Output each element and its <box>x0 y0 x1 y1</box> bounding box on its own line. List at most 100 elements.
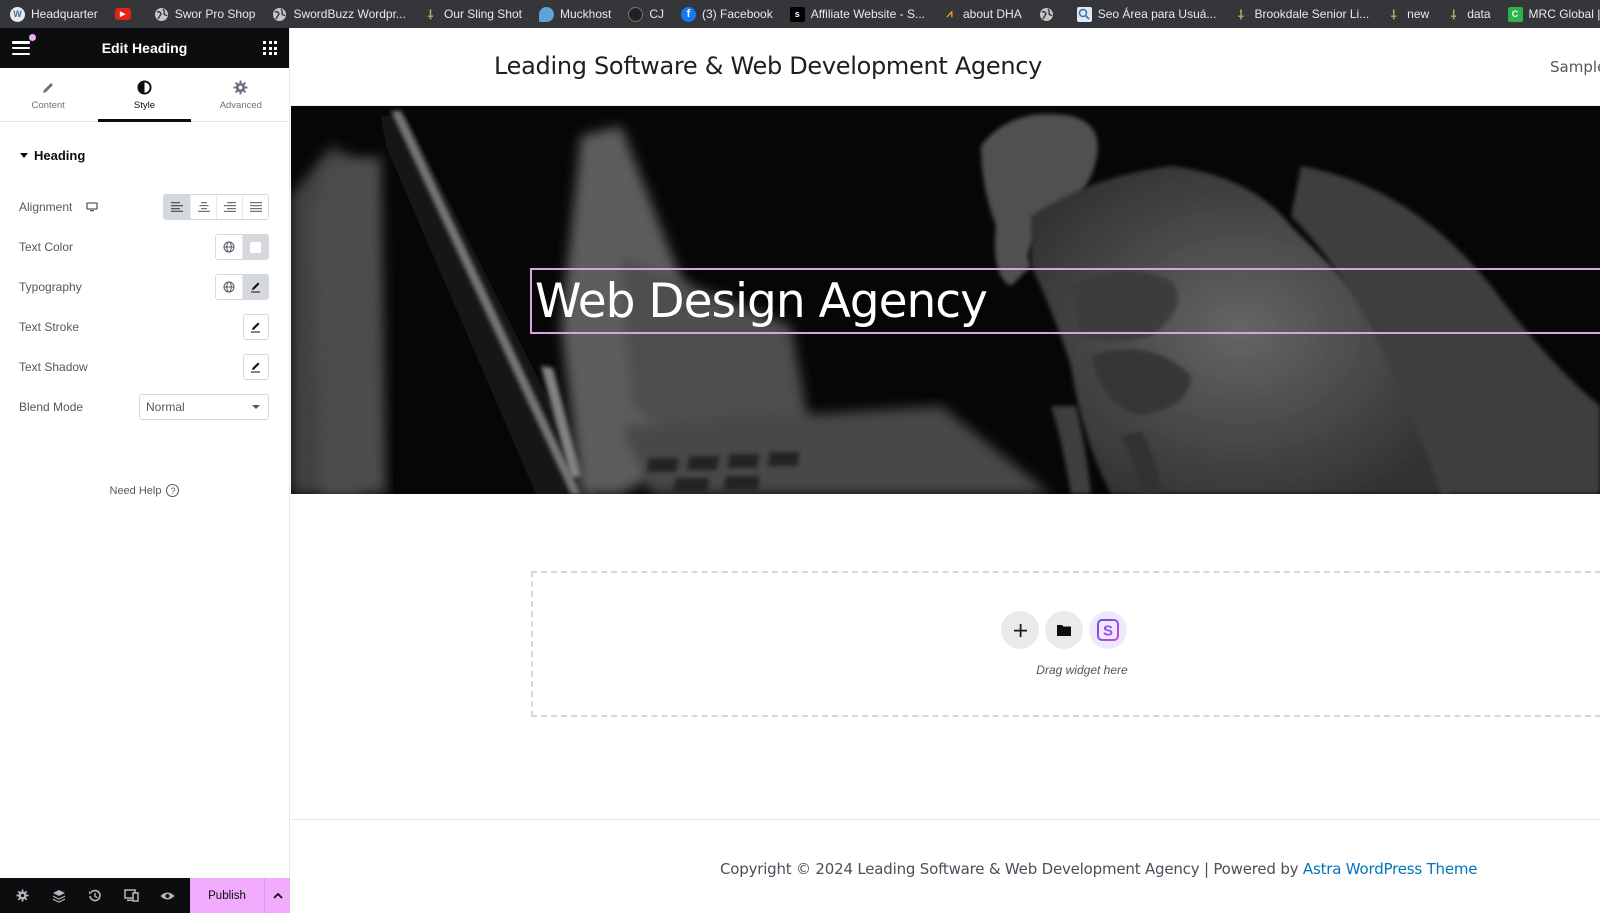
wordpress-icon: W <box>10 6 25 22</box>
hero-section[interactable]: Web Design Agency <box>291 106 1600 494</box>
mrc-icon: C <box>1507 6 1523 22</box>
tab-style[interactable]: Style <box>96 68 192 122</box>
widgets-grid-icon[interactable] <box>263 41 277 55</box>
settings-gear-icon[interactable] <box>7 881 37 911</box>
align-left-icon <box>171 202 183 212</box>
desktop-icon[interactable] <box>86 202 99 212</box>
globe-icon <box>1039 7 1054 22</box>
globe-icon <box>272 7 287 22</box>
seo-icon <box>1076 6 1092 22</box>
text-color-buttons <box>215 234 269 260</box>
bookmark-item[interactable]: C MRC Global | Jobs,... <box>1507 6 1600 22</box>
blend-mode-select[interactable]: Normal <box>139 394 269 420</box>
gear-icon <box>233 79 248 97</box>
tab-style-label: Style <box>133 99 156 111</box>
bookmark-item[interactable] <box>1039 7 1060 22</box>
blend-mode-control: Blend Mode Normal <box>19 393 269 421</box>
bookmark-label: Muckhost <box>559 7 612 21</box>
page-preview: Leading Software & Web Development Agenc… <box>291 28 1600 913</box>
drop-zone-hint: Drag widget here <box>1036 663 1128 677</box>
pencil-icon <box>250 282 260 293</box>
bookmark-label: MRC Global | Jobs,... <box>1528 7 1600 21</box>
text-color-label: Text Color <box>19 240 74 254</box>
bookmark-label: CJ <box>649 7 665 21</box>
text-stroke-control: Text Stroke <box>19 313 269 341</box>
youtube-icon: ▶ <box>114 8 131 20</box>
svg-text:S: S <box>1103 623 1113 640</box>
publish-button[interactable]: Publish <box>190 878 264 913</box>
publish-options-button[interactable] <box>264 878 290 913</box>
empty-section-drop-zone[interactable]: S Drag widget here <box>531 571 1600 717</box>
bookmark-label: Headquarter <box>31 7 98 21</box>
panel-title: Edit Heading <box>101 40 188 56</box>
bookmark-item[interactable]: ⸸ Our Sling Shot <box>423 7 522 22</box>
edit-text-stroke-button[interactable] <box>243 314 269 340</box>
text-shadow-label: Text Shadow <box>19 360 88 374</box>
heading-section-toggle[interactable]: Heading <box>0 135 289 175</box>
text-stroke-label: Text Stroke <box>19 320 80 334</box>
typography-label: Typography <box>19 280 82 294</box>
align-center-button[interactable] <box>190 195 216 219</box>
affiliate-icon: s <box>789 6 805 22</box>
tab-advanced[interactable]: Advanced <box>193 68 289 121</box>
heading-widget-selected[interactable]: Web Design Agency <box>530 268 1600 334</box>
bookmark-item[interactable]: ⸸ data <box>1446 7 1491 22</box>
bookmark-item[interactable]: ⩘ about DHA <box>942 7 1021 22</box>
panel-header: Edit Heading <box>0 28 289 68</box>
pencil-icon <box>41 79 55 97</box>
hero-heading[interactable]: Web Design Agency <box>535 274 988 329</box>
bookmarks-bar: W Headquarter ▶ Swor Pro Shop SwordBuzz Word… <box>0 0 1600 28</box>
bookmark-item[interactable]: ⸸ new <box>1386 7 1429 22</box>
astra-theme-link[interactable]: Astra WordPress Theme <box>1303 860 1478 878</box>
site-title[interactable]: Leading Software & Web Development Agenc… <box>494 52 1042 80</box>
history-icon[interactable] <box>80 881 110 911</box>
global-typography-button[interactable] <box>216 275 242 299</box>
edit-text-shadow-button[interactable] <box>243 354 269 380</box>
color-picker-button[interactable] <box>242 235 268 259</box>
bookmark-item[interactable]: Seo Área para Usuá... <box>1076 6 1216 22</box>
color-swatch <box>250 241 261 253</box>
align-justify-button[interactable] <box>242 195 268 219</box>
folder-icon <box>1057 625 1071 636</box>
notification-dot <box>29 34 36 41</box>
bookmark-label: Our Sling Shot <box>443 7 522 21</box>
brookdale-icon: ⸸ <box>1238 7 1244 22</box>
pencil-icon <box>251 362 260 373</box>
align-left-button[interactable] <box>164 195 190 219</box>
nav-item-sample[interactable]: Sample <box>1550 58 1600 76</box>
layers-icon[interactable] <box>44 881 74 911</box>
bookmark-item[interactable]: f (3) Facebook <box>681 6 773 22</box>
responsive-mode-icon[interactable] <box>116 881 146 911</box>
bookmark-item[interactable]: W Headquarter <box>10 6 98 22</box>
bookmark-item[interactable]: CJ <box>628 6 665 22</box>
starter-templates-button[interactable]: S <box>1089 611 1127 649</box>
cj-icon <box>628 6 644 22</box>
need-help-label: Need Help <box>109 484 162 497</box>
align-right-icon <box>223 202 236 212</box>
add-section-button[interactable] <box>1001 611 1039 649</box>
bookmark-item[interactable]: s Affiliate Website - S... <box>789 6 925 22</box>
text-shadow-control: Text Shadow <box>19 353 269 381</box>
menu-icon[interactable] <box>12 34 36 55</box>
bookmark-item[interactable]: ⸸ Brookdale Senior Li... <box>1233 7 1369 22</box>
need-help-link[interactable]: Need Help ? <box>0 484 289 497</box>
bookmark-label: SwordBuzz Wordpr... <box>293 7 406 21</box>
tab-advanced-label: Advanced <box>219 99 262 111</box>
preview-eye-icon[interactable] <box>153 881 183 911</box>
typography-control: Typography <box>19 273 269 301</box>
bookmark-item[interactable]: Muckhost <box>538 6 612 22</box>
edit-typography-button[interactable] <box>242 275 268 299</box>
global-color-button[interactable] <box>216 235 242 259</box>
bookmark-item[interactable]: ▶ <box>114 8 137 20</box>
section-title: Heading <box>34 147 86 163</box>
add-template-button[interactable] <box>1045 611 1083 649</box>
tab-content[interactable]: Content <box>0 68 96 121</box>
typography-buttons <box>215 274 269 300</box>
bookmark-item[interactable]: SwordBuzz Wordpr... <box>272 7 406 22</box>
help-icon: ? <box>166 484 180 497</box>
align-right-button[interactable] <box>216 195 242 219</box>
bookmark-item[interactable]: Swor Pro Shop <box>154 7 255 22</box>
globe-icon <box>223 281 235 293</box>
bookmark-label: new <box>1407 7 1430 21</box>
slingshot-icon: ⸸ <box>427 7 434 22</box>
